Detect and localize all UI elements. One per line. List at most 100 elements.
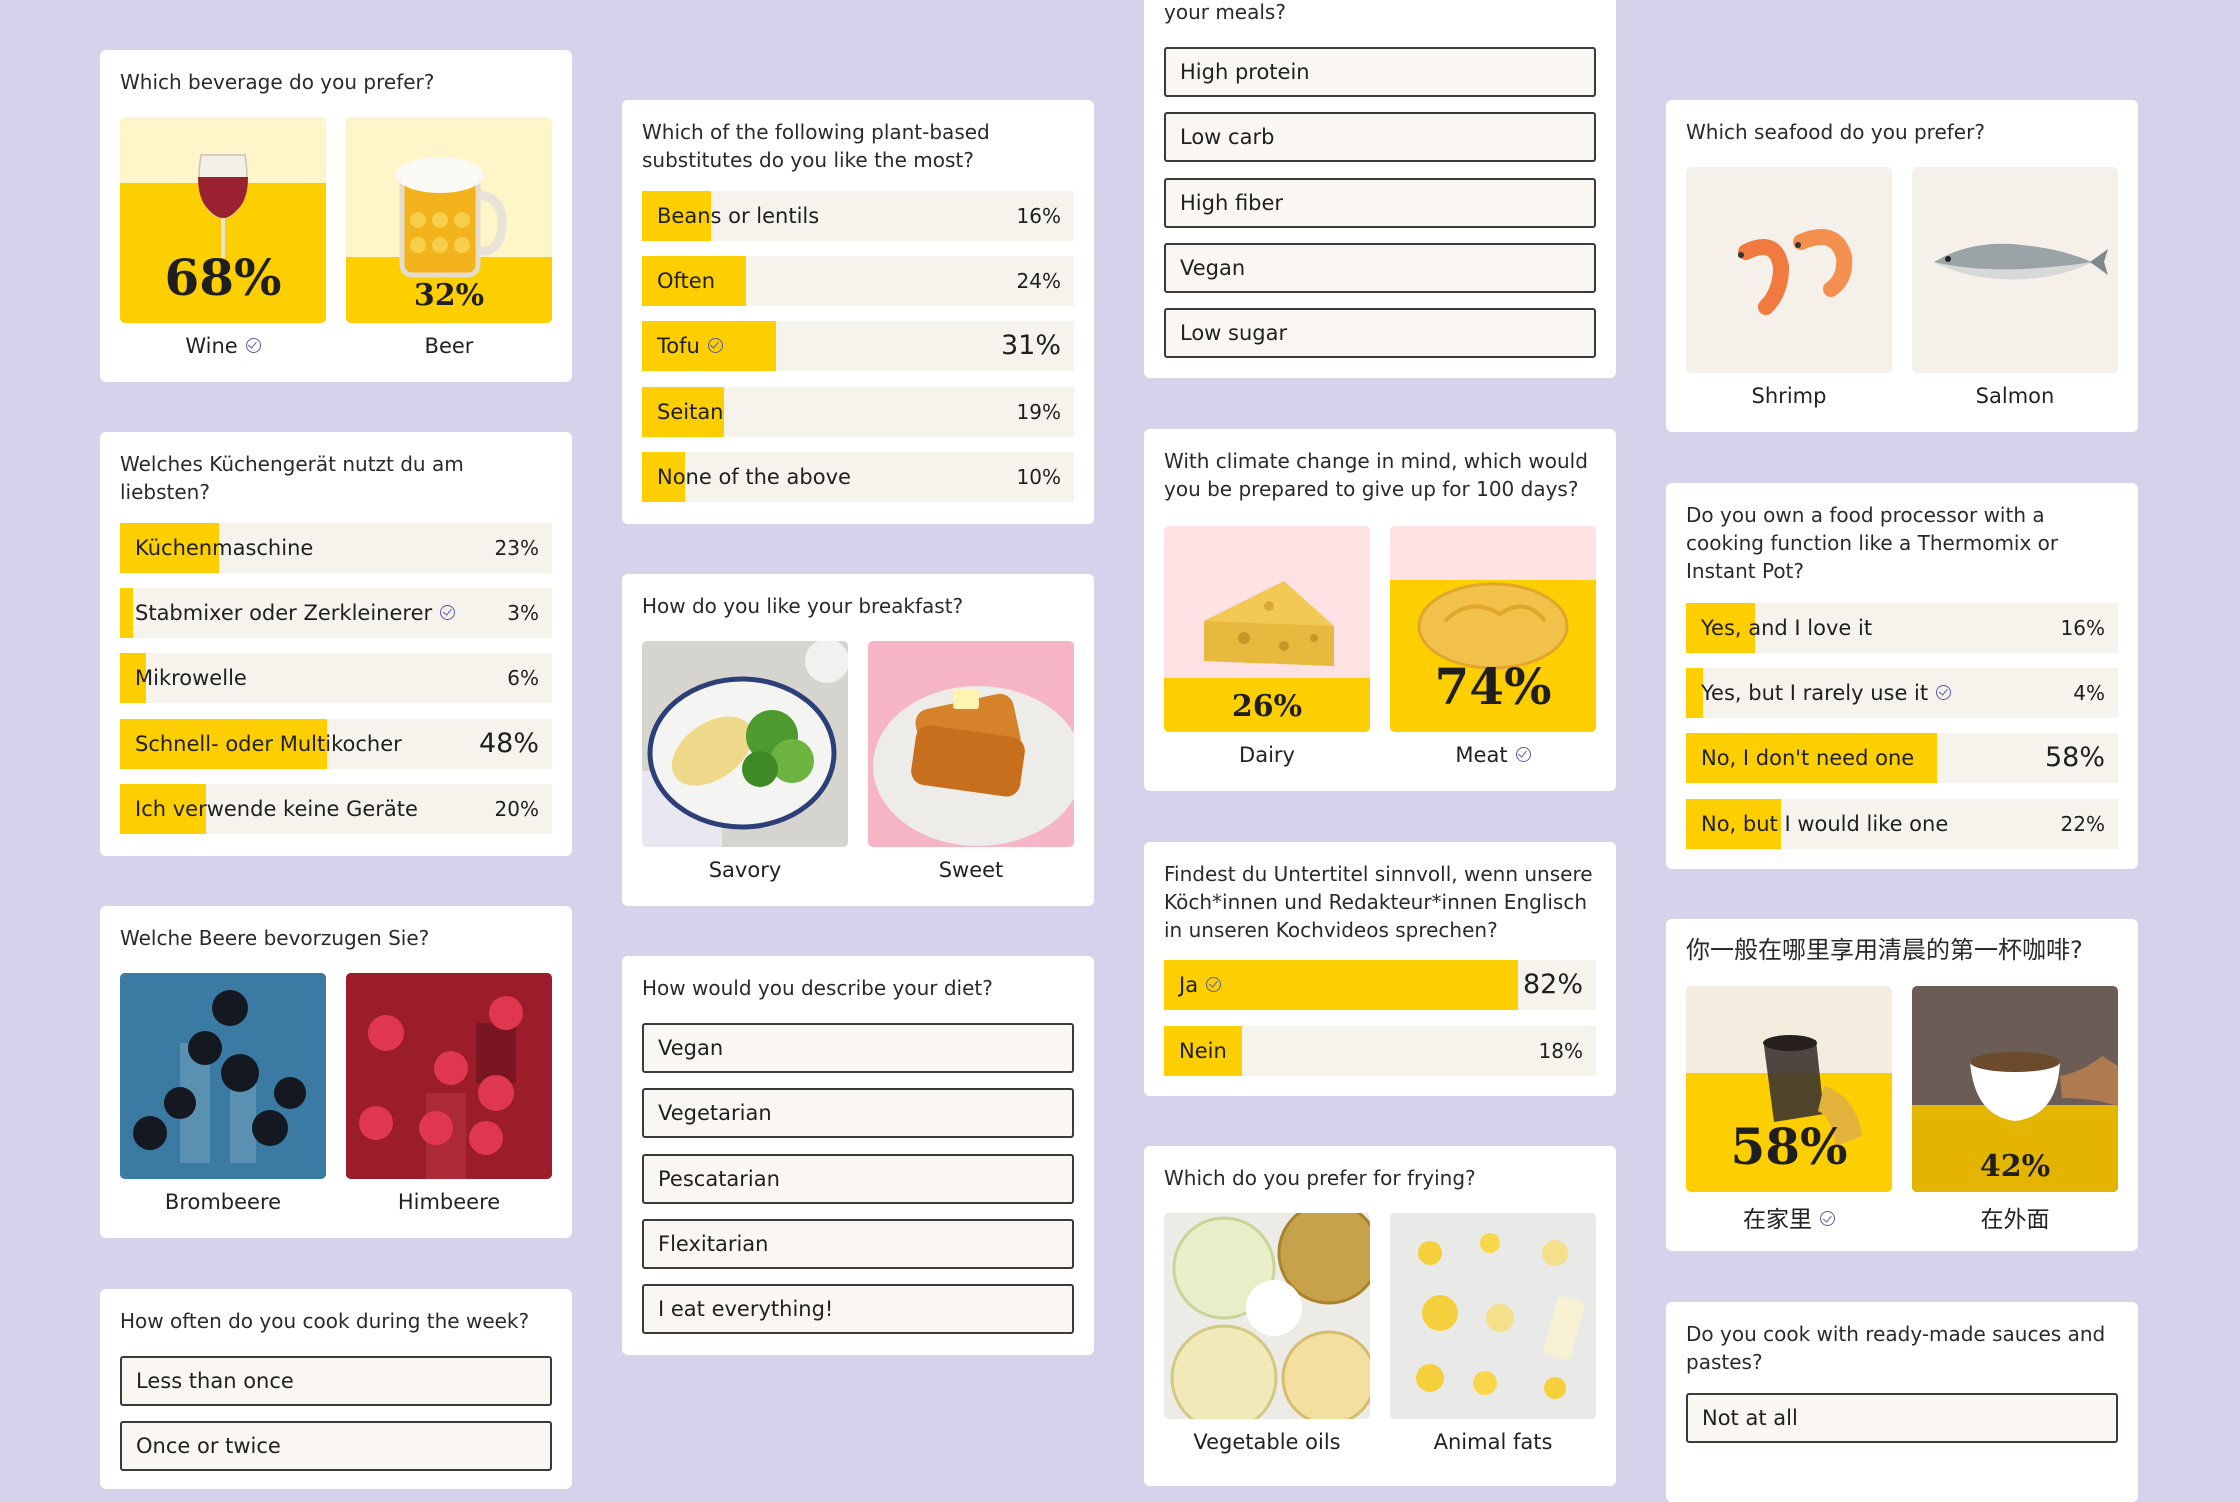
poll-option-vegetable-oils[interactable] [1164, 1213, 1370, 1419]
poll-option[interactable]: I eat everything! [642, 1284, 1074, 1334]
option-label: Ich verwende keine Geräte [135, 797, 418, 821]
option-percent: 31% [1000, 330, 1061, 361]
plant-based-poll-card: Which of the following plant-based subst… [622, 100, 1094, 524]
result-fill [120, 588, 133, 638]
subtitles-poll-card: Findest du Untertitel sinnvoll, wenn uns… [1144, 842, 1616, 1096]
poll-option-bar[interactable]: Mikrowelle 6% [120, 653, 552, 703]
option-label: Stabmixer oder Zerkleinerer [135, 588, 456, 638]
option-label: Küchenmaschine [135, 536, 314, 560]
poll-option-dairy[interactable]: 26% [1164, 526, 1370, 732]
poll-question: Do you cook with ready-made sauces and p… [1686, 1322, 2106, 1374]
option-label: Sweet [938, 858, 1004, 882]
poll-option[interactable]: Vegan [642, 1023, 1074, 1073]
option-percent: 4% [2073, 681, 2105, 705]
result-percent: 32% [413, 278, 485, 313]
poll-option-sweet[interactable] [868, 641, 1074, 847]
cooking-frequency-poll-card: How often do you cook during the week? L… [100, 1289, 572, 1489]
poll-option[interactable]: Vegan [1164, 243, 1596, 293]
poll-option[interactable]: Vegetarian [642, 1088, 1074, 1138]
option-label: Yes, but I rarely use it [1701, 668, 1952, 718]
poll-option-animal-fats[interactable] [1390, 1213, 1596, 1419]
poll-option-bar[interactable]: None of the above 10% [642, 452, 1074, 502]
option-label-home: 在家里 [1686, 1200, 1892, 1234]
poll-question: How often do you cook during the week? [120, 1309, 530, 1333]
option-label: Dairy [1239, 743, 1295, 767]
poll-question: Findest du Untertitel sinnvoll, wenn uns… [1164, 862, 1593, 942]
poll-option-bar[interactable]: Ja 82% [1164, 960, 1596, 1010]
poll-option-bar[interactable]: Küchenmaschine 23% [120, 523, 552, 573]
poll-question: With climate change in mind, which would… [1164, 449, 1588, 501]
poll-option-bar[interactable]: Nein 18% [1164, 1026, 1596, 1076]
option-percent: 24% [1016, 269, 1061, 293]
poll-question: Which seafood do you prefer? [1686, 120, 1985, 144]
selected-check-icon [440, 604, 456, 620]
poll-option-beer[interactable]: 32% [346, 117, 552, 323]
kitchen-appliance-poll-card: Welches Küchengerät nutzt du am liebsten… [100, 432, 572, 856]
option-label: Animal fats [1433, 1430, 1553, 1454]
option-percent: 16% [2060, 616, 2105, 640]
poll-option-salmon[interactable] [1912, 167, 2118, 373]
poll-option[interactable]: Once or twice [120, 1421, 552, 1471]
food-processor-poll-card: Do you own a food processor with a cooki… [1666, 483, 2138, 869]
option-percent: 23% [494, 536, 539, 560]
option-label: Nein [1179, 1039, 1227, 1063]
poll-option-bar[interactable]: Yes, and I love it 16% [1686, 603, 2118, 653]
option-label: Himbeere [397, 1190, 501, 1214]
option-label: Yes, and I love it [1701, 616, 1873, 640]
poll-option-bar[interactable]: Often 24% [642, 256, 1074, 306]
poll-question: Which of the following plant-based subst… [642, 120, 990, 172]
poll-option[interactable]: Not at all [1686, 1393, 2118, 1443]
breakfast-poll-card: How do you like your breakfast? Savory S… [622, 574, 1094, 906]
meal-preferences-poll-card: your meals? High protein Low carb High f… [1144, 0, 1616, 378]
selected-check-icon [1936, 684, 1952, 700]
poll-option-savory[interactable] [642, 641, 848, 847]
poll-question: your meals? [1164, 0, 1286, 24]
option-label: 在外面 [1980, 1207, 2050, 1233]
option-percent: 20% [494, 797, 539, 821]
poll-option-home[interactable]: 58% [1686, 986, 1892, 1192]
option-label: Brombeere [164, 1190, 282, 1214]
poll-question: How do you like your breakfast? [642, 594, 964, 618]
raspberry-image [346, 973, 552, 1179]
option-label: Shrimp [1751, 384, 1827, 408]
option-label: No, I don't need one [1701, 746, 1915, 770]
option-label: Tofu [657, 321, 723, 371]
poll-option-brombeere[interactable] [120, 973, 326, 1179]
poll-option[interactable]: High protein [1164, 47, 1596, 97]
result-percent: 42% [1979, 1149, 2051, 1184]
poll-option-bar[interactable]: Seitan 19% [642, 387, 1074, 437]
poll-question: Welches Küchengerät nutzt du am liebsten… [120, 452, 464, 504]
poll-option-outside[interactable]: 42% [1912, 986, 2118, 1192]
option-label-wine: Wine [120, 334, 326, 358]
poll-option-bar[interactable]: Ich verwende keine Geräte 20% [120, 784, 552, 834]
french-toast-image [868, 641, 1074, 847]
option-label: Salmon [1975, 384, 2055, 408]
poll-option-bar[interactable]: Schnell- oder Multikocher 48% [120, 719, 552, 769]
poll-option-bar[interactable]: Beans or lentils 16% [642, 191, 1074, 241]
poll-question: 你一般在哪里享用清晨的第一杯咖啡? [1686, 936, 2083, 964]
poll-option-shrimp[interactable] [1686, 167, 1892, 373]
poll-option[interactable]: Low sugar [1164, 308, 1596, 358]
selected-check-icon [1820, 1211, 1835, 1226]
poll-option-meat[interactable]: 74% [1390, 526, 1596, 732]
poll-option[interactable]: Low carb [1164, 112, 1596, 162]
result-percent: 74% [1434, 657, 1552, 716]
poll-option-bar[interactable]: Tofu 31% [642, 321, 1074, 371]
poll-option-wine[interactable]: 68% [120, 117, 326, 323]
poll-option[interactable]: High fiber [1164, 178, 1596, 228]
poll-option[interactable]: Less than once [120, 1356, 552, 1406]
poll-question: Welche Beere bevorzugen Sie? [120, 926, 430, 950]
poll-option[interactable]: Pescatarian [642, 1154, 1074, 1204]
poll-option-bar[interactable]: No, but I would like one 22% [1686, 799, 2118, 849]
shrimp-image [1738, 229, 1853, 315]
poll-option-bar[interactable]: Stabmixer oder Zerkleinerer 3% [120, 588, 552, 638]
option-label: Schnell- oder Multikocher [135, 732, 402, 756]
option-label: Vegetable oils [1193, 1430, 1341, 1454]
selected-check-icon [1515, 746, 1531, 762]
poll-option[interactable]: Flexitarian [642, 1219, 1074, 1269]
poll-option-bar[interactable]: Yes, but I rarely use it 4% [1686, 668, 2118, 718]
selected-check-icon [1206, 976, 1222, 992]
option-percent: 22% [2060, 812, 2105, 836]
poll-option-himbeere[interactable] [346, 973, 552, 1179]
poll-option-bar[interactable]: No, I don't need one 58% [1686, 733, 2118, 783]
